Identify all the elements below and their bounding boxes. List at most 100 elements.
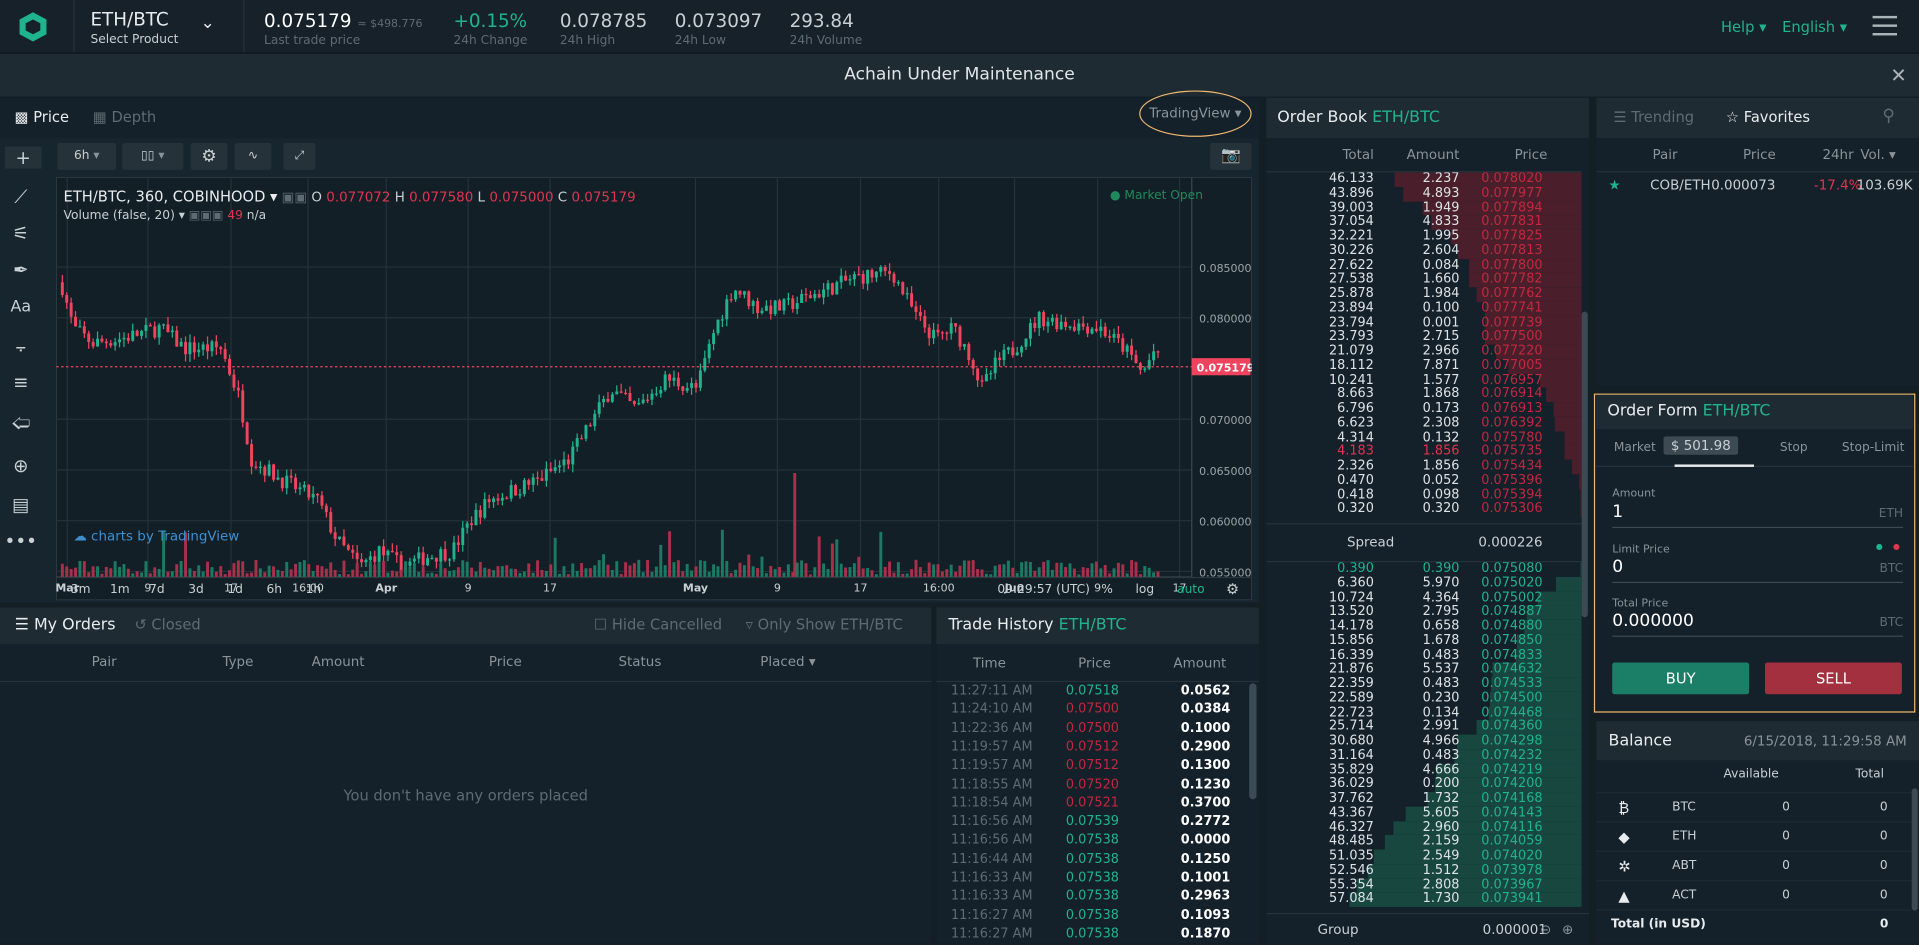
buy-button[interactable]: BUY (1612, 662, 1750, 695)
volume-study-label[interactable]: Volume (false, 20) ▾ (64, 209, 185, 222)
bid-row[interactable]: 37.762 1.732 0.074168 (1266, 791, 1582, 807)
ask-row[interactable]: 23.894 0.100 0.077741 (1266, 301, 1582, 316)
measure-icon[interactable]: ≡ (0, 372, 42, 394)
column-header[interactable]: Price (1515, 147, 1548, 163)
auto-toggle[interactable]: auto (1177, 583, 1205, 596)
fullscreen-button[interactable]: ⤢ (283, 143, 316, 170)
tab-trending[interactable]: ☰ Trending (1613, 109, 1694, 126)
candle-body (109, 343, 113, 346)
ask-row[interactable]: 32.221 1.995 0.077825 (1266, 229, 1582, 245)
ask-row[interactable]: 6.623 2.308 0.076392 (1266, 416, 1582, 431)
product-selector[interactable]: ETH/BTC Select Product ⌄ (90, 9, 224, 48)
range-1d[interactable]: 1d (227, 583, 243, 596)
bid-row[interactable]: 30.680 4.966 0.074298 (1266, 734, 1582, 749)
bid-row[interactable]: 6.360 5.970 0.075020 (1266, 576, 1582, 591)
fib-icon[interactable]: ⚟ (0, 222, 42, 244)
column-header[interactable]: Total (1342, 147, 1373, 163)
hide-cancelled-toggle[interactable]: ☐ Hide Cancelled (594, 616, 722, 633)
arrow-icon[interactable]: 🢠 (0, 411, 42, 442)
order-book-scrollbar[interactable] (1581, 311, 1588, 618)
bid-row[interactable]: 22.359 0.483 0.074533 (1266, 676, 1582, 692)
ask-row[interactable]: 30.226 2.604 0.077813 (1266, 243, 1582, 259)
column-header[interactable]: 24hr (1822, 147, 1853, 163)
column-header[interactable]: Placed ▾ (760, 654, 815, 670)
chart-type-select[interactable]: ▯▯ ▾ (122, 143, 184, 170)
bid-row[interactable]: 43.367 5.605 0.074143 (1266, 805, 1582, 821)
minus-icon[interactable]: ⊝ (1540, 914, 1551, 945)
close-icon[interactable]: ✕ (1890, 54, 1906, 97)
candle-body (408, 561, 412, 566)
range-6h[interactable]: 6h (266, 583, 282, 596)
only-show-pair-toggle[interactable]: ▿ Only Show ETH/BTC (746, 616, 903, 633)
language-menu[interactable]: English ▾ (1782, 18, 1847, 35)
ask-row[interactable]: 18.112 7.871 0.077005 (1266, 358, 1582, 374)
amount-input[interactable]: 1 ETH (1612, 502, 1904, 529)
crosshair-icon[interactable]: + (4, 146, 42, 169)
bid-row[interactable]: 15.856 1.678 0.074850 (1266, 633, 1582, 649)
tab-favorites[interactable]: ☆ Favorites (1726, 109, 1810, 126)
tab-depth[interactable]: ▦ Depth (93, 109, 156, 126)
favorite-star-icon[interactable]: ★ (1609, 174, 1621, 198)
percent-toggle[interactable]: % (1101, 583, 1113, 596)
ask-row[interactable]: 2.326 1.856 0.075434 (1266, 459, 1582, 474)
total-price-input[interactable]: 0.000000 BTC (1612, 611, 1904, 637)
indicators-button[interactable]: ∿ (234, 143, 272, 170)
tradingview-selector[interactable]: TradingView ▾ (1139, 90, 1252, 137)
range-3m[interactable]: 3m (71, 583, 91, 596)
candle-body (487, 499, 491, 503)
help-menu[interactable]: Help ▾ (1721, 18, 1766, 35)
text-tool-icon[interactable]: Aa (0, 298, 42, 316)
screenshot-button[interactable]: 📷 (1210, 143, 1252, 170)
brush-icon[interactable]: ✒ (0, 259, 42, 281)
more-icon[interactable]: ••• (0, 530, 42, 552)
settings-button[interactable]: ⚙ (190, 143, 228, 170)
log-toggle[interactable]: log (1136, 583, 1155, 596)
ask-row[interactable]: 21.079 2.966 0.077220 (1266, 344, 1582, 360)
ask-row[interactable]: 46.133 2.237 0.078020 (1266, 172, 1582, 187)
cobinhood-logo[interactable] (17, 11, 49, 43)
tab-closed[interactable]: ↺ Closed (134, 616, 200, 633)
bid-row[interactable]: 51.035 2.549 0.074020 (1266, 849, 1582, 864)
balance-scrollbar[interactable] (1911, 788, 1918, 911)
column-header[interactable]: Price (1743, 147, 1776, 163)
tab-my-orders[interactable]: ☰ My Orders (15, 616, 116, 634)
volume-bar (514, 568, 518, 577)
bid-row[interactable]: 57.084 1.730 0.073941 (1266, 892, 1582, 907)
tab-stop[interactable]: Stop (1754, 431, 1833, 464)
tab-stop-limit[interactable]: Stop-Limit (1833, 431, 1912, 464)
symbol-label[interactable]: ETH/BTC, 360, COBINHOOD ▾ (64, 188, 278, 205)
bid-row[interactable]: 14.178 0.658 0.074880 (1266, 619, 1582, 635)
bid-row[interactable]: 52.546 1.512 0.073978 (1266, 863, 1582, 879)
sell-button[interactable]: SELL (1765, 662, 1902, 695)
trade-price: 0.07538 (1065, 851, 1119, 867)
interval-select[interactable]: 6h ▾ (57, 143, 117, 170)
limit-price-input[interactable]: 0 BTC (1612, 557, 1904, 584)
ask-row[interactable]: 0.470 0.052 0.075396 (1266, 473, 1582, 489)
ruler-icon[interactable]: ▤ (0, 494, 42, 516)
search-icon[interactable]: ⚲ (1882, 106, 1895, 126)
range-7d[interactable]: 7d (149, 583, 165, 596)
ask-row[interactable]: 6.796 0.173 0.076913 (1266, 401, 1582, 417)
ask-row[interactable]: 25.878 1.984 0.077762 (1266, 286, 1582, 302)
range-1h[interactable]: 1h (306, 583, 322, 596)
column-header[interactable]: Pair (1653, 147, 1678, 163)
market-row[interactable]: ★ COB/ETH 0.000073 -17.4% 103.69K (1596, 174, 1919, 198)
range-3d[interactable]: 3d (188, 583, 204, 596)
bid-row[interactable]: 0.390 0.390 0.075080 (1266, 562, 1582, 577)
gear-icon[interactable]: ⚙ (1226, 581, 1239, 598)
tradingview-watermark[interactable]: ☁ charts by TradingView (73, 528, 239, 544)
trade-history-scrollbar[interactable] (1249, 683, 1257, 800)
tab-price[interactable]: ▩ Price (15, 109, 69, 126)
trend-line-icon[interactable]: ⟋ (0, 186, 42, 208)
column-header[interactable]: Vol. ▾ (1860, 147, 1895, 163)
column-header[interactable]: Amount (1407, 147, 1460, 163)
zoom-icon[interactable]: ⊕ (0, 455, 42, 477)
bid-row[interactable]: 31.164 0.483 0.074232 (1266, 748, 1582, 764)
ask-row[interactable]: 0.320 0.320 0.075306 (1266, 502, 1582, 518)
pattern-icon[interactable]: ⨪ (0, 335, 42, 357)
ask-row[interactable]: 43.896 4.893 0.077977 (1266, 186, 1582, 202)
plus-icon[interactable]: ⊕ (1562, 914, 1573, 945)
range-1m[interactable]: 1m (110, 583, 130, 596)
bid-row[interactable]: 22.589 0.230 0.074500 (1266, 691, 1582, 706)
hamburger-menu-icon[interactable] (1872, 15, 1898, 36)
